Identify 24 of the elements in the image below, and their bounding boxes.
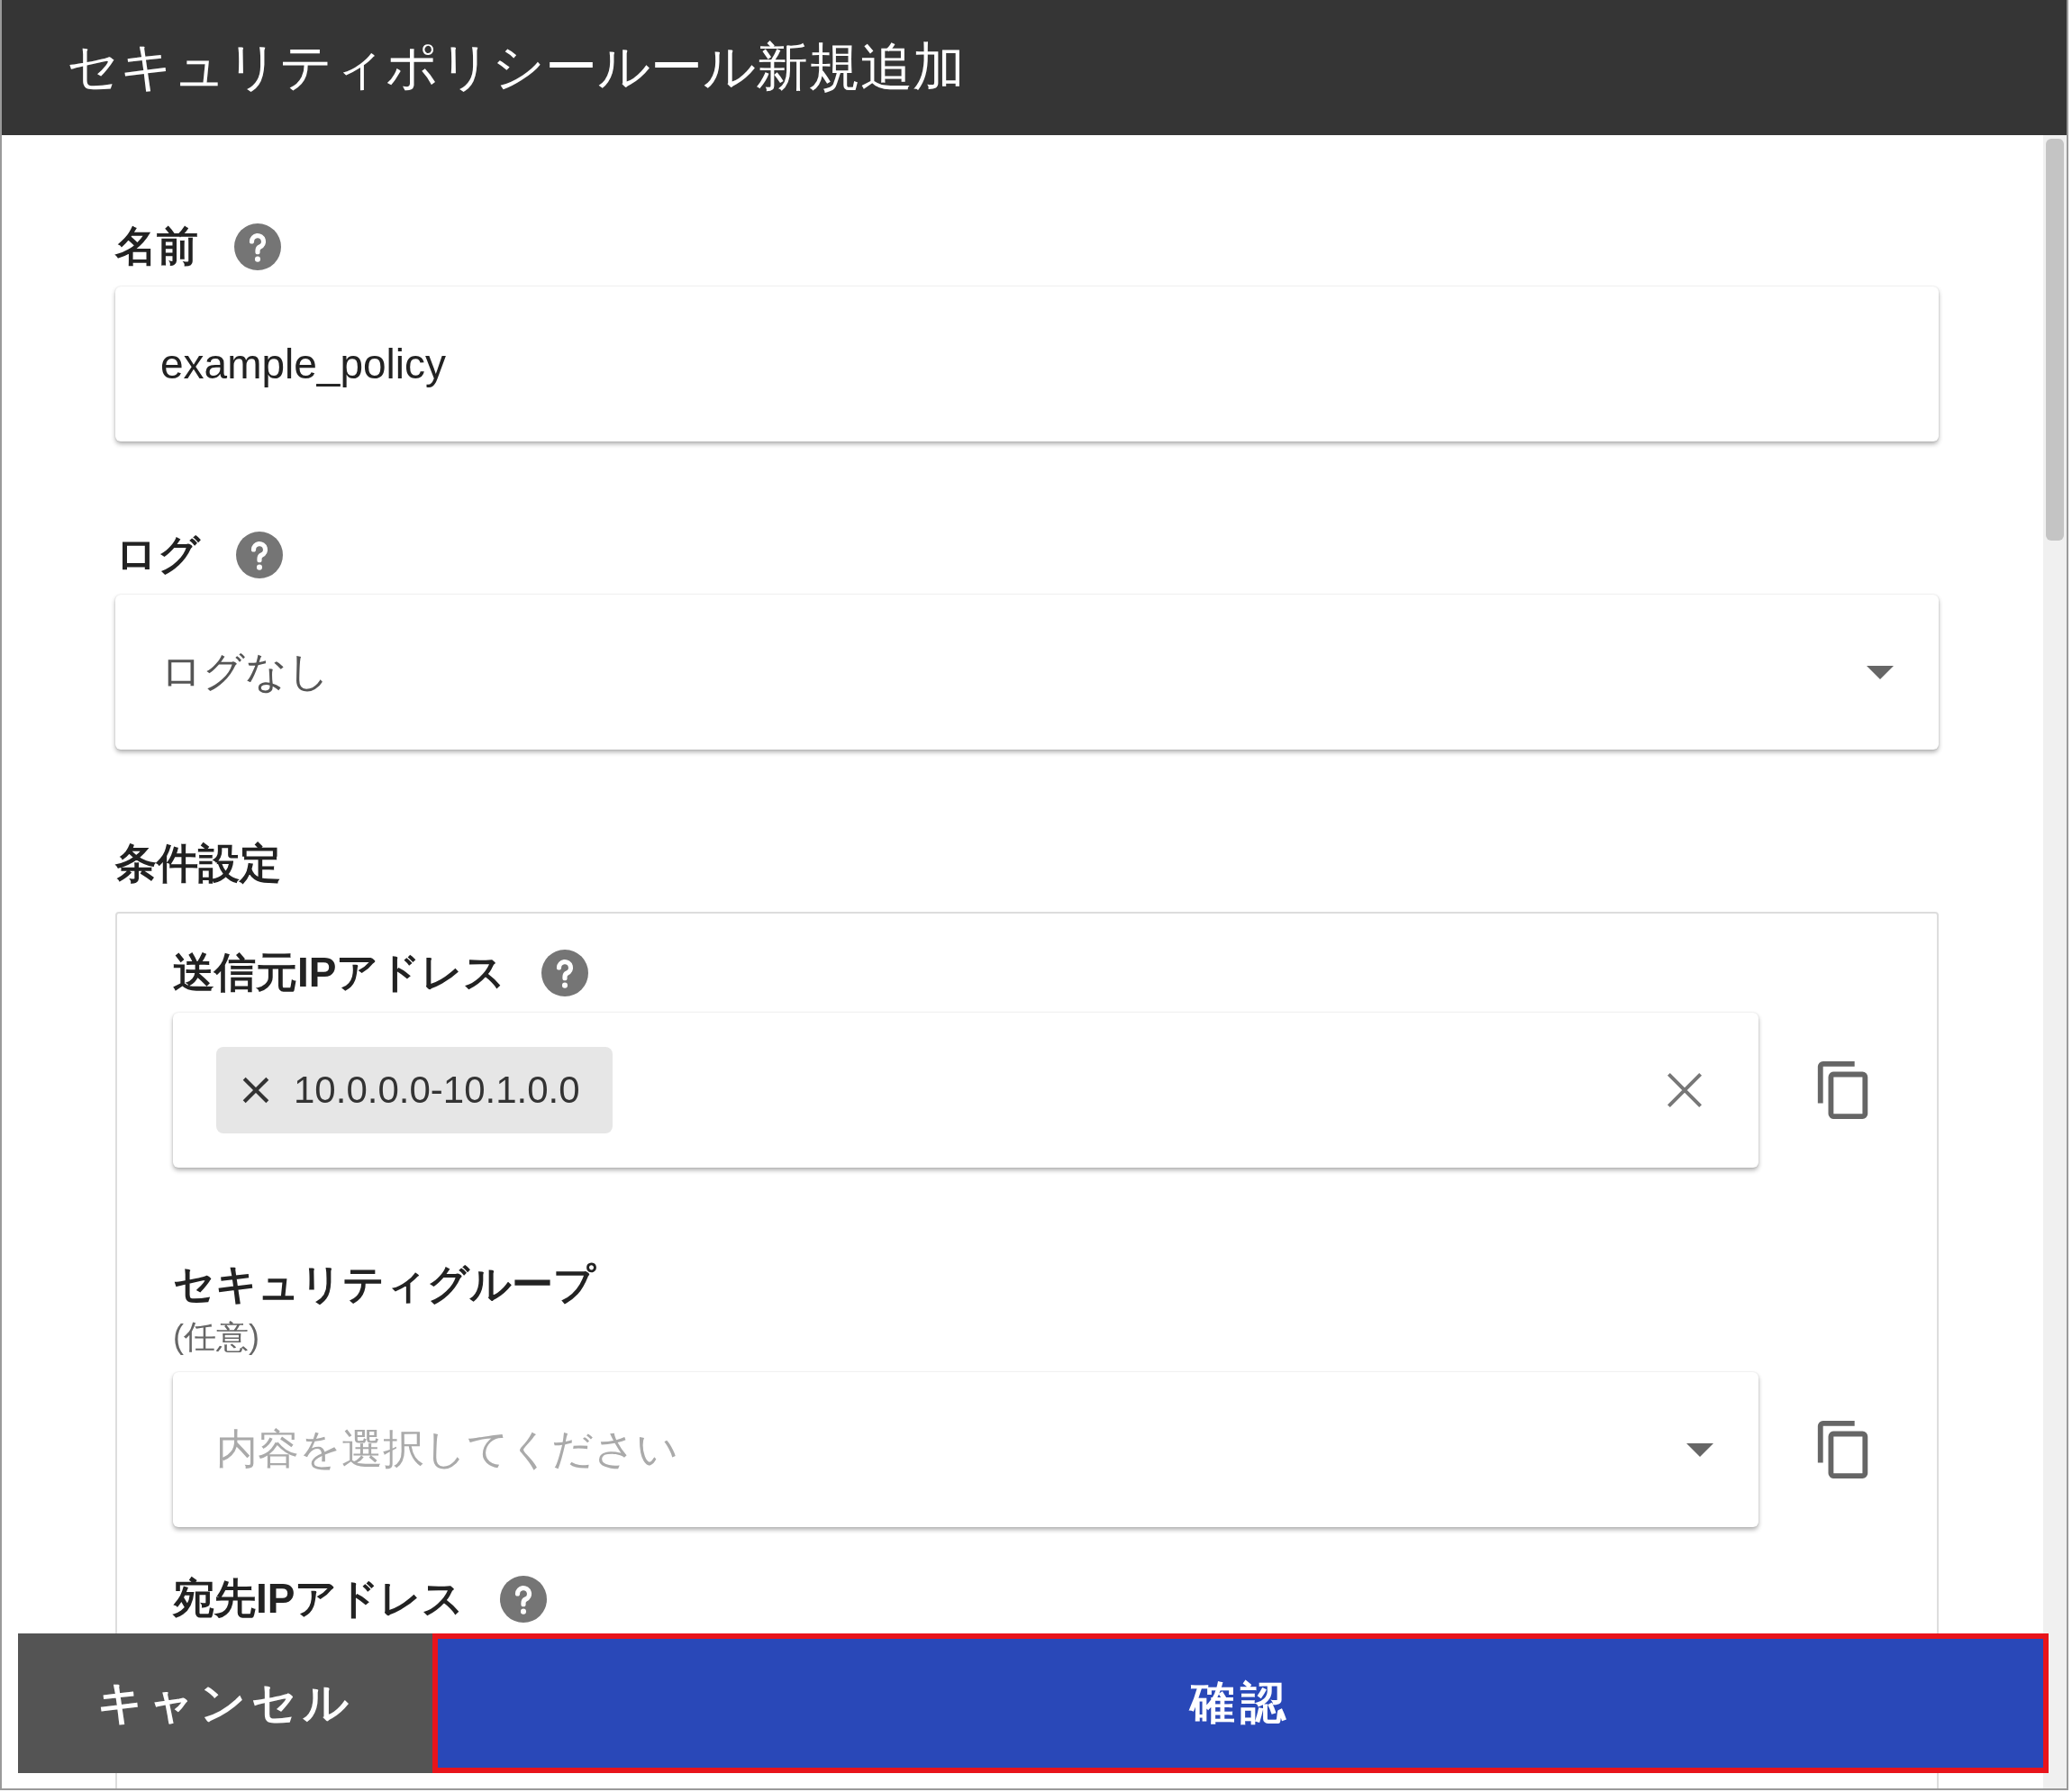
name-input-field[interactable]: example_policy <box>115 287 1939 441</box>
scrollbar-thumb[interactable] <box>2046 139 2064 541</box>
help-icon[interactable] <box>541 950 589 996</box>
help-icon[interactable] <box>234 223 281 270</box>
field-label: ログ <box>115 530 200 579</box>
remove-icon[interactable] <box>241 1076 270 1105</box>
field-label: 名前 <box>115 222 198 271</box>
field-label: セキュリティグループ <box>173 1260 595 1309</box>
caret-icon <box>1867 665 1894 679</box>
caret-icon <box>1686 1442 1713 1457</box>
confirm-button[interactable]: 確認 <box>432 1633 2049 1773</box>
cancel-button[interactable]: キャンセル <box>18 1633 432 1773</box>
optional-note: (任意) <box>173 1317 260 1357</box>
ip-address-field[interactable]: 10.0.0.0-10.1.0.0 <box>173 1013 1758 1168</box>
window-title: セキュリティポリシールール新規追加 <box>67 36 965 97</box>
help-icon[interactable] <box>500 1576 548 1623</box>
section-title: 条件設定 <box>115 839 282 888</box>
field-label: 送信元IPアドレス <box>173 948 506 997</box>
field-label: 宛先IPアドレス <box>173 1574 465 1624</box>
log-select-field[interactable]: ログなし <box>115 595 1939 750</box>
ip-chip[interactable]: 10.0.0.0-10.1.0.0 <box>216 1047 613 1133</box>
help-icon[interactable] <box>236 532 283 578</box>
clear-icon[interactable] <box>1665 1070 1704 1110</box>
scrollbar[interactable] <box>2043 135 2067 1788</box>
